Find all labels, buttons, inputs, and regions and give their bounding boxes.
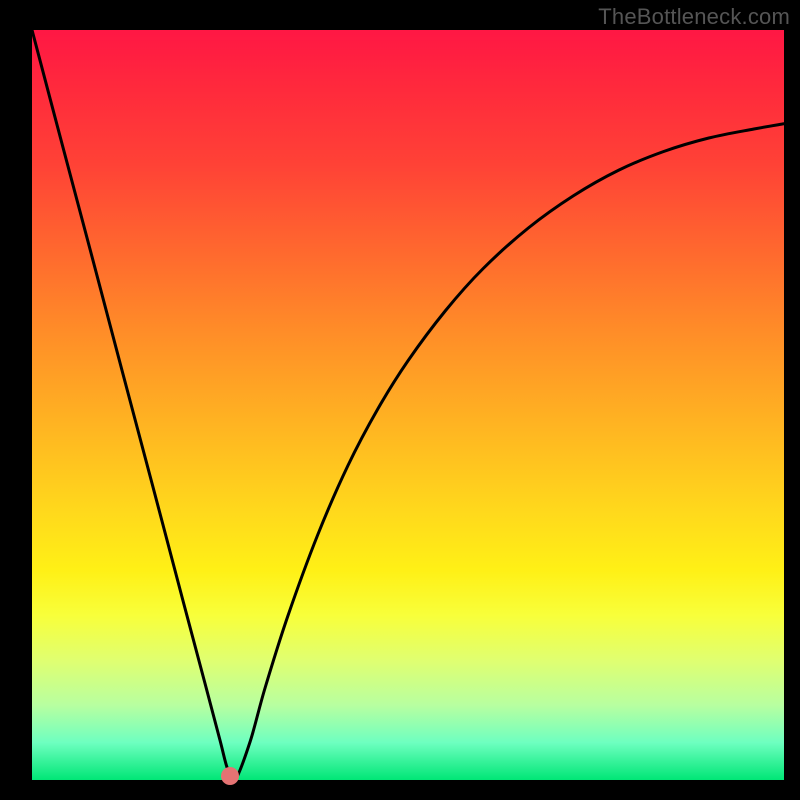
minimum-marker: [221, 767, 239, 785]
chart-frame: TheBottleneck.com: [0, 0, 800, 800]
watermark-label: TheBottleneck.com: [598, 4, 790, 30]
plot-area: [32, 30, 784, 780]
